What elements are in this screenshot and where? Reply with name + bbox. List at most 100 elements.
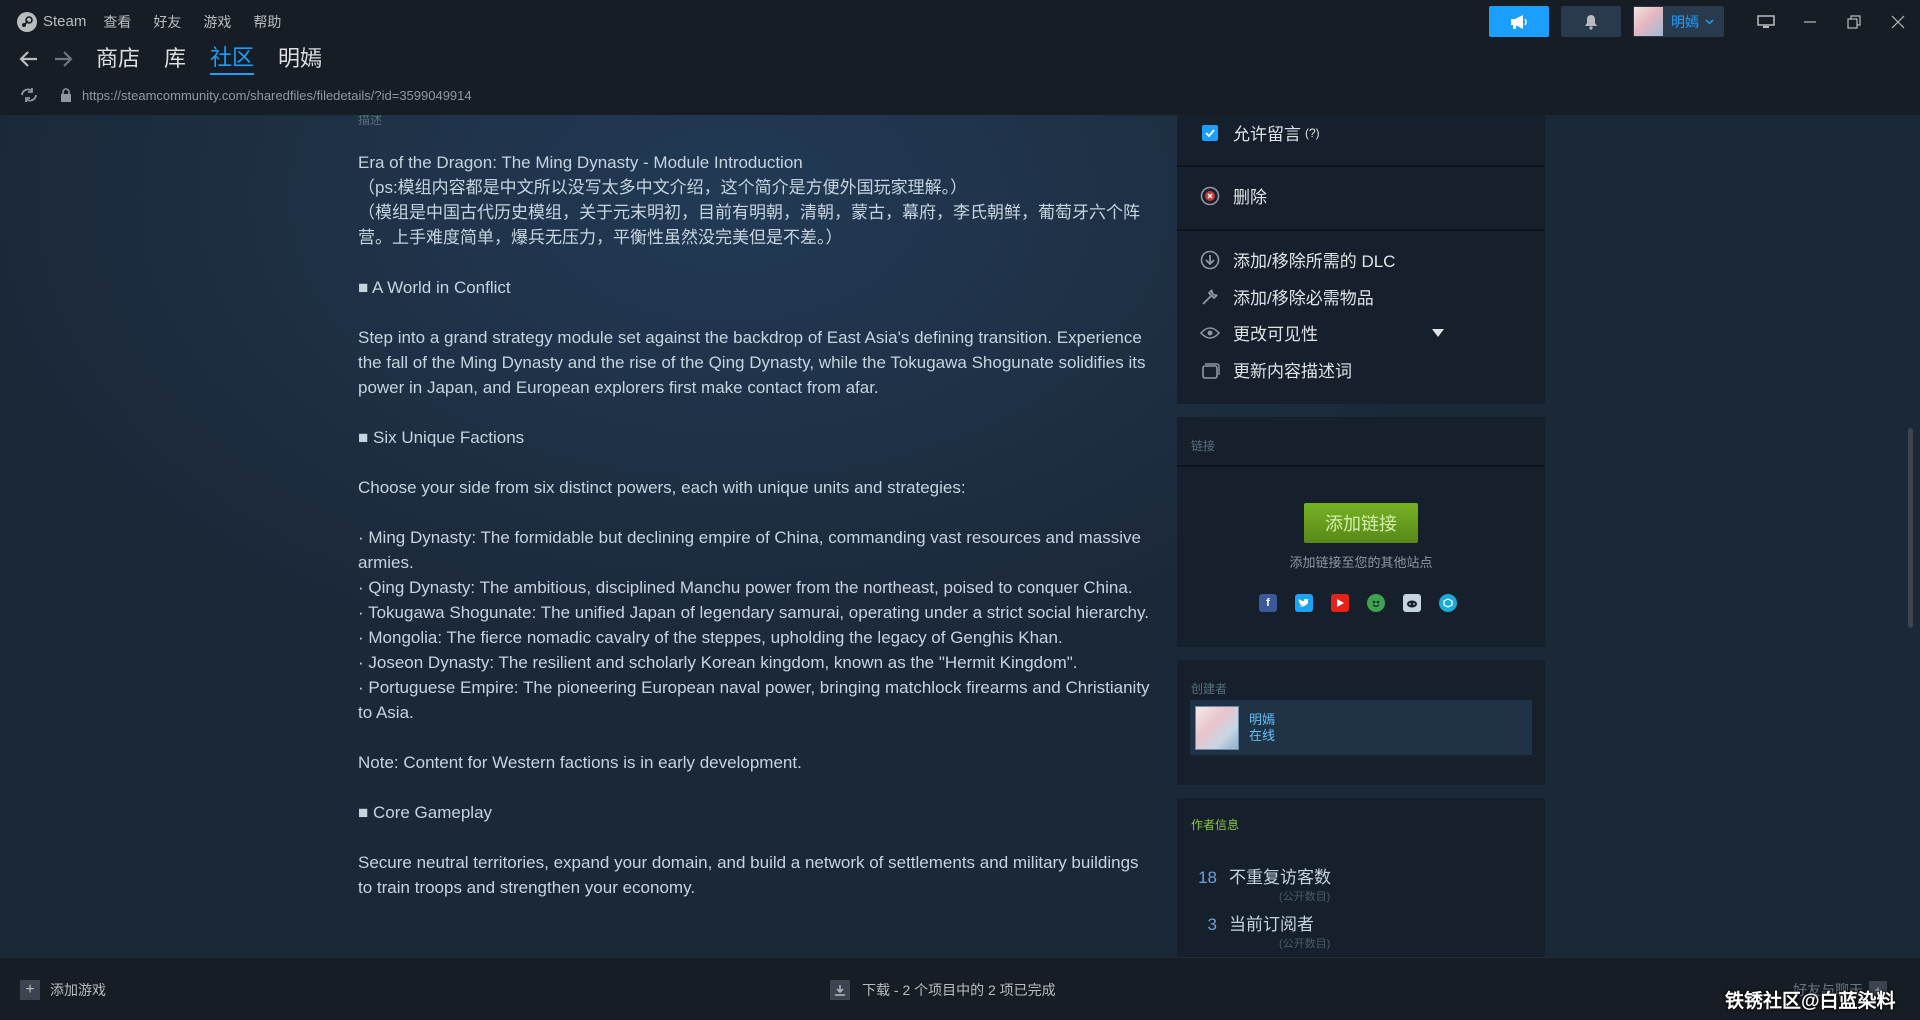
stat-current-subscribers: 3 当前订阅者 (1177, 910, 1314, 935)
description-label: 描述 (358, 115, 383, 127)
dlc-download-icon (1199, 249, 1221, 271)
description-line: Secure neutral territories, expand your … (358, 853, 1139, 897)
allow-comments-row[interactable]: 允许留言 (?) (1199, 120, 1320, 145)
section-heading: ■ Core Gameplay (358, 803, 493, 822)
avatar (1634, 7, 1663, 36)
divider (1177, 465, 1545, 467)
description-line: Era of the Dragon: The Ming Dynasty - Mo… (358, 153, 803, 172)
menu-games[interactable]: 游戏 (203, 12, 231, 32)
description-line: （模组是中国古代历史模组，关于元末明初，目前有明朝，清朝，蒙古，幕府，李氏朝鲜，… (358, 203, 1140, 247)
tab-profile[interactable]: 明嫣 (278, 44, 322, 74)
avatar[interactable] (1195, 705, 1239, 750)
delete-icon (1199, 185, 1221, 207)
required-items-label: 添加/移除必需物品 (1233, 289, 1374, 308)
steam-label: Steam (43, 13, 87, 30)
change-visibility-action[interactable]: 更改可见性 (1199, 320, 1444, 345)
refresh-icon (21, 88, 37, 102)
links-panel: 链接 添加链接 添加链接至您的其他站点 f (1177, 417, 1545, 647)
manage-dlc-label: 添加/移除所需的 DLC (1233, 252, 1396, 271)
update-descriptors-action[interactable]: 更新内容描述词 (1199, 357, 1352, 382)
downloads-status[interactable]: 下载 - 2 个项目中的 2 项已完成 (830, 980, 1056, 1000)
description-line: Note: Content for Western factions is in… (358, 753, 802, 772)
download-icon (830, 980, 850, 1000)
wrench-icon (1199, 286, 1221, 308)
title-bar-right: 明嫣 (1489, 0, 1920, 43)
title-bar: Steam 查看 好友 游戏 帮助 明嫣 (0, 0, 1920, 43)
url-bar: https://steamcommunity.com/sharedfiles/f… (0, 75, 1920, 115)
section-heading: ■ Six Unique Factions (358, 428, 525, 447)
twitter-icon[interactable] (1295, 594, 1313, 612)
divider (1177, 165, 1545, 167)
navigation-bar: 商店 库 社区 明嫣 (0, 43, 1920, 76)
youtube-icon[interactable] (1331, 594, 1349, 612)
description-line: Step into a grand strategy module set ag… (358, 328, 1146, 397)
faction-item: · Joseon Dynasty: The resilient and scho… (358, 653, 1078, 672)
visibility-dropdown-arrow-icon[interactable] (1432, 322, 1444, 342)
tab-community[interactable]: 社区 (210, 43, 255, 76)
megaphone-icon (1511, 14, 1527, 29)
required-items-action[interactable]: 添加/移除必需物品 (1199, 284, 1374, 309)
allow-comments-help[interactable]: (?) (1305, 126, 1320, 140)
facebook-icon[interactable]: f (1259, 594, 1277, 612)
reload-button[interactable] (18, 84, 40, 106)
stat-label: 不重复访客数 (1229, 868, 1331, 887)
change-visibility-label: 更改可见性 (1233, 325, 1318, 344)
page-url[interactable]: https://steamcommunity.com/sharedfiles/f… (82, 88, 472, 103)
sketchfab-icon[interactable] (1439, 594, 1457, 612)
menu-view[interactable]: 查看 (103, 12, 131, 32)
forward-button[interactable] (50, 46, 76, 72)
divider (1177, 229, 1545, 231)
menu-help[interactable]: 帮助 (253, 12, 281, 32)
big-picture-button[interactable] (1744, 0, 1788, 43)
top-menu: 查看 好友 游戏 帮助 (103, 12, 303, 32)
steam-green-icon[interactable] (1367, 594, 1385, 612)
tab-library[interactable]: 库 (164, 44, 186, 74)
close-button[interactable] (1876, 0, 1920, 43)
reddit-icon[interactable] (1403, 594, 1421, 612)
delete-action[interactable]: 删除 (1199, 183, 1267, 208)
tab-store[interactable]: 商店 (96, 44, 140, 74)
watermark: 铁锈社区@白蓝染料 (1725, 991, 1896, 1012)
steam-menu[interactable]: Steam (17, 11, 87, 32)
plus-icon: + (20, 980, 40, 1000)
owner-actions-panel: 允许留言 (?) 删除 添加/移除所需的 DLC 添加/移除必需物品 更改可见性… (1177, 115, 1545, 404)
menu-friends[interactable]: 好友 (153, 12, 181, 32)
manage-dlc-action[interactable]: 添加/移除所需的 DLC (1199, 247, 1395, 272)
bottom-bar: + 添加游戏 下载 - 2 个项目中的 2 项已完成 好友与聊天 + 铁锈社区@… (0, 957, 1920, 1020)
back-button[interactable] (16, 46, 42, 72)
delete-label: 删除 (1233, 188, 1267, 207)
allow-comments-label: 允许留言 (1233, 125, 1301, 144)
checkmark-icon (1205, 128, 1215, 137)
restore-icon (1847, 14, 1861, 29)
restore-button[interactable] (1832, 0, 1876, 43)
add-link-button[interactable]: 添加链接 (1304, 503, 1418, 543)
add-game-button[interactable]: + 添加游戏 (20, 980, 106, 1000)
creator-status: 在线 (1249, 727, 1276, 743)
scrollbar-thumb[interactable] (1908, 428, 1913, 628)
stat-note: (公开数目) (1279, 891, 1331, 903)
minimize-icon (1804, 20, 1816, 23)
stat-unique-visitors: 18 不重复访客数 (1177, 863, 1331, 888)
creator-name[interactable]: 明嫣 (1249, 712, 1275, 728)
faction-item: · Mongolia: The fierce nomadic cavalry o… (358, 628, 1063, 647)
creator-card[interactable]: 明嫣 在线 (1190, 700, 1532, 755)
announcements-button[interactable] (1489, 6, 1549, 37)
allow-comments-checkbox[interactable] (1202, 124, 1218, 141)
minimize-button[interactable] (1788, 0, 1832, 43)
description-line: Choose your side from six distinct power… (358, 478, 966, 497)
add-link-subtitle: 添加链接至您的其他站点 (1289, 555, 1433, 570)
account-menu-button[interactable]: 明嫣 (1633, 6, 1724, 37)
faction-item: · Qing Dynasty: The ambitious, disciplin… (358, 578, 1133, 597)
arrow-left-icon (19, 51, 37, 67)
stat-value: 3 (1207, 915, 1217, 934)
faction-item: · Tokugawa Shogunate: The unified Japan … (358, 603, 1149, 622)
notifications-button[interactable] (1561, 6, 1621, 37)
update-descriptors-label: 更新内容描述词 (1233, 362, 1352, 381)
faction-item: · Ming Dynasty: The formidable but decli… (358, 528, 1141, 572)
